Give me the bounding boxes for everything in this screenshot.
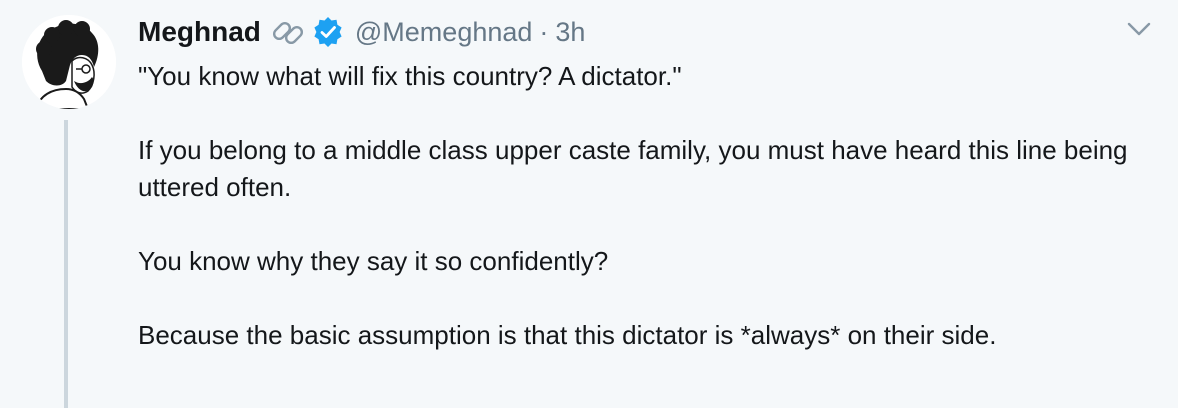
tweet-text: "You know what will fix this country? A … <box>138 58 1148 354</box>
chevron-down-icon[interactable] <box>1124 14 1154 44</box>
link-icon <box>271 14 307 50</box>
tweet-paragraph: Because the basic assumption is that thi… <box>138 320 997 350</box>
tweet-paragraph: If you belong to a middle class upper ca… <box>138 135 1128 202</box>
verified-badge-icon <box>313 17 343 47</box>
tweet-timestamp[interactable]: 3h <box>555 17 585 48</box>
avatar[interactable] <box>22 15 116 109</box>
author-name[interactable]: Meghnad <box>138 16 261 48</box>
tweet-header: Meghnad @Memeghnad · 3h <box>138 12 585 52</box>
header-separator: · <box>539 16 549 47</box>
tweet-paragraph: "You know what will fix this country? A … <box>138 61 682 91</box>
author-handle[interactable]: @Memeghnad <box>355 17 533 48</box>
tweet: Meghnad @Memeghnad · 3h "You know what w… <box>0 0 1178 408</box>
tweet-paragraph: You know why they say it so confidently? <box>138 246 609 276</box>
thread-line <box>64 120 68 408</box>
